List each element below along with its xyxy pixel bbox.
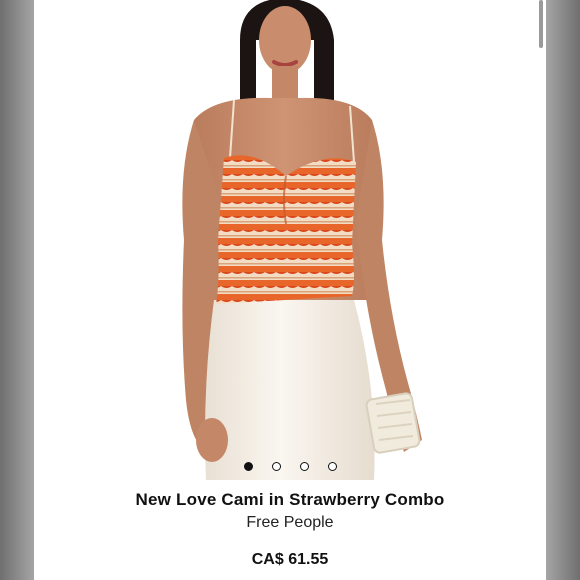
product-screen: New Love Cami in Strawberry Combo Free P… (34, 0, 546, 580)
carousel-dot-icon[interactable] (327, 462, 337, 471)
carousel-dot-icon[interactable] (271, 462, 281, 471)
product-brand[interactable]: Free People (34, 514, 546, 532)
carousel-dot-icon[interactable] (243, 462, 253, 471)
carousel-dot-icon[interactable] (299, 462, 309, 471)
product-price: CA$ 61.55 (251, 551, 329, 568)
device-frame-right (546, 0, 580, 580)
product-image[interactable] (34, 0, 546, 480)
scroll-indicator[interactable] (539, 0, 543, 48)
product-title: New Love Cami in Strawberry Combo (135, 490, 445, 509)
device-frame-left (0, 0, 34, 580)
image-carousel-dots (34, 462, 546, 474)
